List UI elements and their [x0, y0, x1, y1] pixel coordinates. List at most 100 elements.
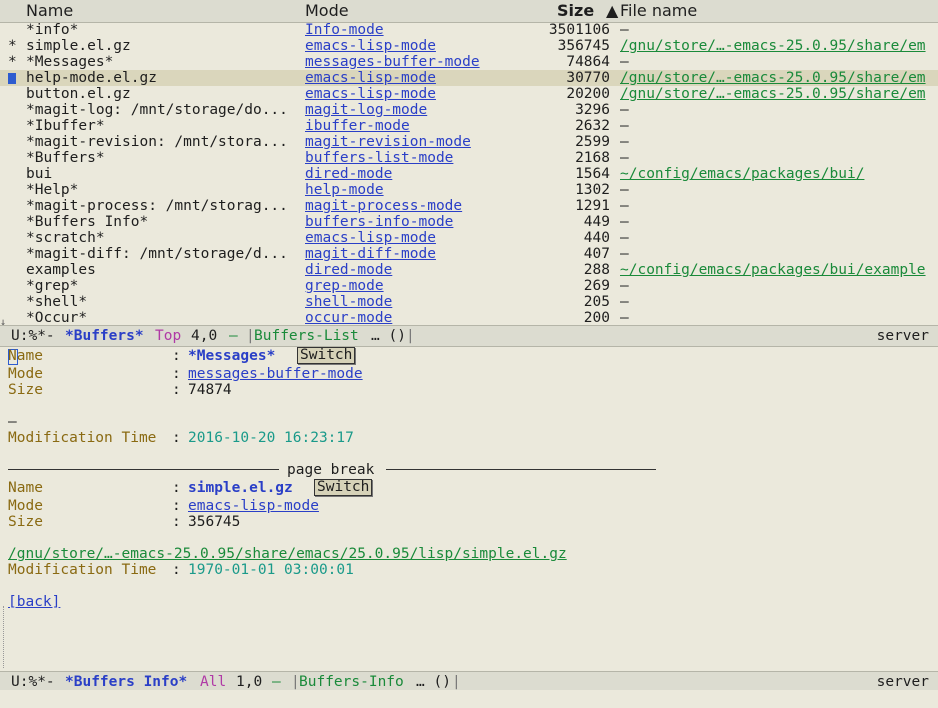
field-label-mode: Mode — [8, 366, 43, 382]
column-header-size[interactable]: Size — [557, 2, 594, 20]
buffer-name[interactable]: button.el.gz — [26, 86, 131, 102]
buffer-row[interactable]: * *Messages* messages-buffer-mode 74864– — [0, 54, 938, 70]
buffer-mode-link[interactable]: emacs-lisp-mode — [305, 230, 436, 246]
buffer-mode-link[interactable]: dired-mode — [305, 262, 392, 278]
mode-line-buffer-name[interactable]: *Buffers* — [65, 326, 144, 346]
buffer-name[interactable]: *grep* — [26, 278, 78, 294]
page-break-rule — [386, 469, 656, 470]
field-separator: : — [172, 562, 181, 578]
buffer-name[interactable]: bui — [26, 166, 52, 182]
file-name-link[interactable]: /gnu/store/…-emacs-25.0.95/share/em — [620, 70, 926, 86]
file-name-link[interactable]: /gnu/store/…-emacs-25.0.95/share/em — [620, 86, 926, 102]
back-button[interactable]: [back] — [8, 594, 60, 610]
buffer-row[interactable]: *magit-log: /mnt/storage/do... magit-log-… — [0, 102, 938, 118]
mode-line-buffer-name[interactable]: *Buffers Info* — [65, 672, 187, 692]
buffer-row[interactable]: examples dired-mode 288 ~/config/emacs/pack… — [0, 262, 938, 278]
buffer-mode-link[interactable]: dired-mode — [305, 166, 392, 182]
column-header-name[interactable]: Name — [26, 2, 73, 20]
buffer-mode-link[interactable]: emacs-lisp-mode — [305, 70, 436, 86]
buffer-row[interactable]: *Occur* occur-mode 200– — [0, 310, 938, 326]
buffer-row[interactable]: *Buffers* buffers-list-mode 2168– — [0, 150, 938, 166]
mode-line-separator: | — [452, 674, 461, 690]
buffer-row[interactable]: help-mode.el.gz emacs-lisp-mode 30770/gnu/… — [0, 70, 938, 86]
mode-line-dash: – — [272, 674, 281, 690]
buffer-row[interactable]: *shell* shell-mode 205– — [0, 294, 938, 310]
buffer-row[interactable]: *scratch* emacs-lisp-mode 440– — [0, 230, 938, 246]
buffer-mode-link[interactable]: buffers-info-mode — [305, 214, 453, 230]
mode-line-minor-modes[interactable]: … () — [371, 326, 406, 346]
switch-button[interactable]: Switch — [297, 347, 356, 364]
buffer-name[interactable]: simple.el.gz — [26, 38, 131, 54]
buffer-size: 1564 — [575, 166, 610, 182]
buffer-size: 288 — [583, 262, 610, 278]
buffer-row[interactable]: * simple.el.gz emacs-lisp-mode 356745/gnu/s… — [0, 38, 938, 54]
buffer-name[interactable]: *Help* — [26, 182, 78, 198]
buffer-mode-link[interactable]: Info-mode — [305, 22, 384, 38]
buffer-mode-link[interactable]: messages-buffer-mode — [305, 54, 480, 70]
buffer-name[interactable]: *Messages* — [26, 54, 113, 70]
file-name-link[interactable]: ~/config/emacs/packages/bui/ — [620, 166, 864, 182]
info-size-row: Size : 356745 — [0, 514, 938, 530]
buffer-mode-link[interactable]: magit-diff-mode — [305, 246, 436, 262]
file-name: – — [620, 54, 629, 70]
buffer-row[interactable]: *magit-process: /mnt/storag... magit-proc… — [0, 198, 938, 214]
column-header-file-name[interactable]: File name — [620, 2, 697, 20]
buffer-name[interactable]: *magit-process: /mnt/storag... — [26, 198, 288, 214]
file-name-link[interactable]: ~/config/emacs/packages/bui/example — [620, 262, 926, 278]
buffer-name[interactable]: *Buffers Info* — [26, 214, 148, 230]
file-name: – — [620, 102, 629, 118]
buffer-name[interactable]: *scratch* — [26, 230, 105, 246]
buffer-mode-link[interactable]: buffers-list-mode — [305, 150, 453, 166]
buffer-mode-link[interactable]: magit-log-mode — [305, 102, 427, 118]
buffer-row[interactable]: *magit-revision: /mnt/stora... magit-revi… — [0, 134, 938, 150]
file-name-link[interactable]: /gnu/store/…-emacs-25.0.95/share/em — [620, 38, 926, 54]
buffer-name[interactable]: *info* — [26, 22, 78, 38]
mode-line-top[interactable]: U:%*- *Buffers* Top 4,0 – | Buffers-List… — [0, 325, 938, 347]
buffer-name[interactable]: *magit-revision: /mnt/stora... — [26, 134, 288, 150]
modification-time-value: 1970-01-01 03:00:01 — [188, 562, 354, 578]
mode-line-major-mode[interactable]: Buffers-Info — [299, 672, 404, 692]
info-mtime-row: Modification Time : 1970-01-01 03:00:01 — [0, 562, 938, 578]
buffer-row[interactable]: button.el.gz emacs-lisp-mode 20200/gnu/sto… — [0, 86, 938, 102]
buffer-name[interactable]: *Ibuffer* — [26, 118, 105, 134]
buffer-mode-link[interactable]: emacs-lisp-mode — [305, 86, 436, 102]
buffer-row[interactable]: *Buffers Info* buffers-info-mode 449– — [0, 214, 938, 230]
buffer-row[interactable]: *Help* help-mode 1302– — [0, 182, 938, 198]
buffer-row[interactable]: *magit-diff: /mnt/storage/d... magit-diff… — [0, 246, 938, 262]
mode-link[interactable]: emacs-lisp-mode — [188, 498, 319, 514]
buffer-name[interactable]: help-mode.el.gz — [26, 70, 157, 86]
mode-line-major-mode[interactable]: Buffers-List — [254, 326, 359, 346]
buffer-mode-link[interactable]: ibuffer-mode — [305, 118, 410, 134]
buffer-mode-link[interactable]: shell-mode — [305, 294, 392, 310]
buffer-name[interactable]: *magit-diff: /mnt/storage/d... — [26, 246, 288, 262]
file-name-link[interactable]: /gnu/store/…-emacs-25.0.95/share/emacs/2… — [8, 546, 567, 562]
buffer-name[interactable]: *Buffers* — [26, 150, 105, 166]
size-value: 74874 — [188, 382, 232, 398]
buffer-row[interactable]: *Ibuffer* ibuffer-mode 2632– — [0, 118, 938, 134]
mode-line-server: server — [876, 328, 929, 344]
buffer-row[interactable]: bui dired-mode 1564 ~/config/emacs/packages… — [0, 166, 938, 182]
buffer-name[interactable]: *magit-log: /mnt/storage/do... — [26, 102, 288, 118]
buffer-mode-link[interactable]: magit-process-mode — [305, 198, 462, 214]
cursor — [8, 73, 16, 84]
buffer-row[interactable]: *info* Info-mode 3501106– — [0, 22, 938, 38]
buffer-name[interactable]: *shell* — [26, 294, 87, 310]
page-break-rule — [8, 469, 279, 470]
buffer-row[interactable]: *grep* grep-mode 269– — [0, 278, 938, 294]
buffer-mode-link[interactable]: emacs-lisp-mode — [305, 38, 436, 54]
buffer-name[interactable]: examples — [26, 262, 96, 278]
mode-line-line-col: 1,0 — [236, 674, 263, 690]
buffer-mode-link[interactable]: magit-revision-mode — [305, 134, 471, 150]
switch-button[interactable]: Switch — [314, 479, 373, 496]
mode-link[interactable]: messages-buffer-mode — [188, 366, 363, 382]
mode-line-position: All — [200, 674, 227, 690]
buffer-mode-link[interactable]: grep-mode — [305, 278, 384, 294]
column-header-mode[interactable]: Mode — [305, 2, 349, 20]
buffer-mode-link[interactable]: help-mode — [305, 182, 384, 198]
sort-ascending-icon: ▲ — [606, 1, 619, 20]
mode-line-minor-modes[interactable]: … () — [416, 672, 451, 692]
file-name: – — [620, 310, 629, 326]
minibuffer[interactable] — [0, 690, 938, 708]
buffer-mode-link[interactable]: occur-mode — [305, 310, 392, 326]
buffer-name[interactable]: *Occur* — [26, 310, 87, 326]
